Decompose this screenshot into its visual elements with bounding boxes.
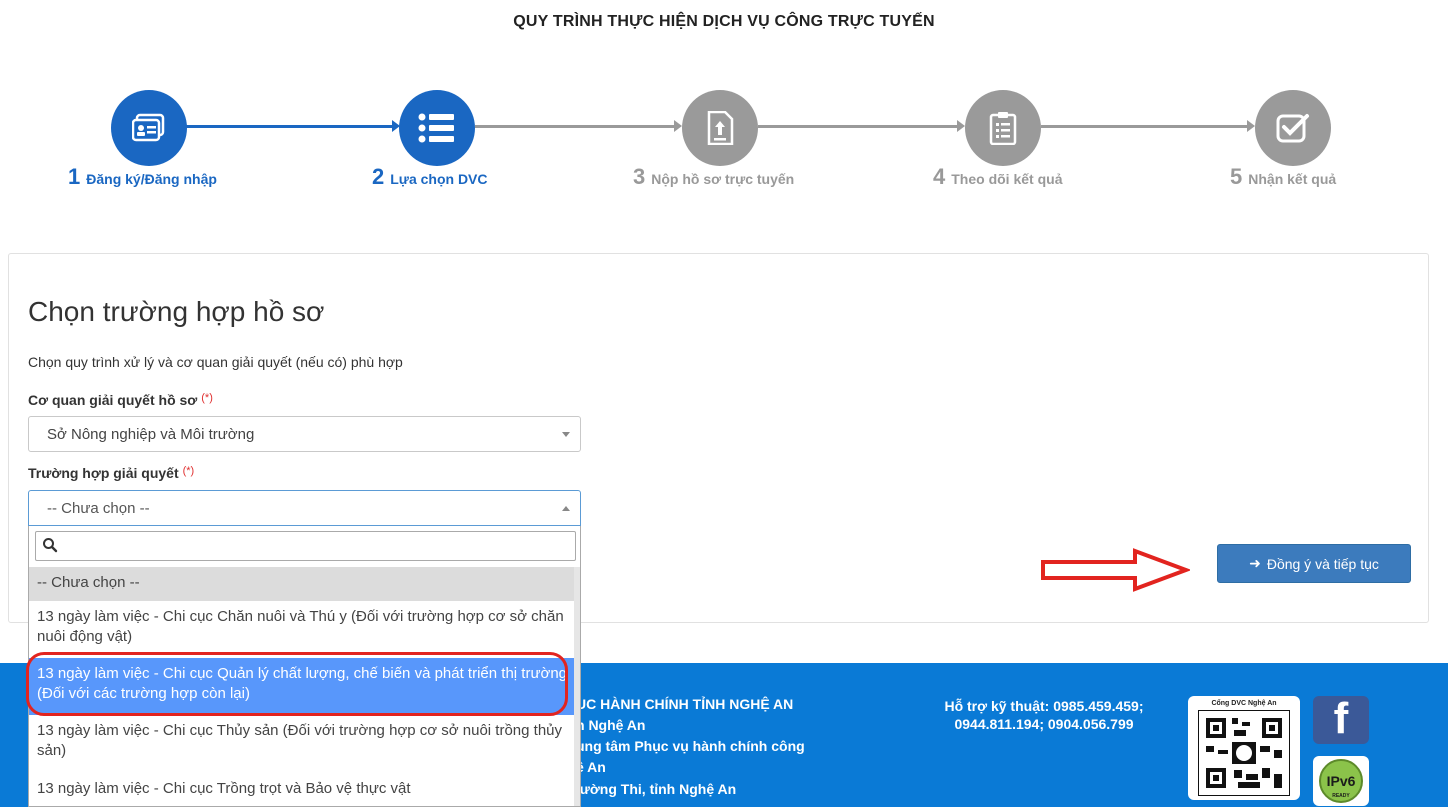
step-2-circle[interactable] bbox=[399, 90, 475, 166]
qr-code-icon bbox=[1198, 710, 1290, 796]
step-3-label: 3 Nộp hồ sơ trực tuyến bbox=[633, 164, 795, 189]
search-icon bbox=[43, 538, 58, 553]
step-arrow-2 bbox=[674, 120, 682, 132]
dropdown-scrollbar[interactable] bbox=[574, 567, 580, 806]
case-select[interactable]: -- Chưa chọn -- bbox=[28, 490, 581, 526]
required-mark: (*) bbox=[201, 392, 213, 404]
form-title: Chọn trường hợp hồ sơ bbox=[28, 296, 325, 327]
dropdown-option[interactable]: 13 ngày làm việc - Chi cục Thủy sản (Đối… bbox=[29, 715, 580, 773]
upload-document-icon bbox=[707, 111, 734, 145]
qr-code-badge[interactable]: Cổng DVC Nghệ An bbox=[1188, 696, 1300, 800]
annotation-highlight-ring bbox=[26, 652, 568, 716]
step-1-circle[interactable] bbox=[111, 90, 187, 166]
clipboard-checklist-icon bbox=[989, 112, 1017, 145]
step-arrow-3 bbox=[957, 120, 965, 132]
step-connector-1 bbox=[186, 125, 394, 128]
footer-support: Hỗ trợ kỹ thuật: 0985.459.459; 0944.811.… bbox=[944, 698, 1144, 732]
step-connector-4 bbox=[1041, 125, 1249, 128]
step-5-circle bbox=[1255, 90, 1331, 166]
process-stepper: 1 Đăng ký/Đăng nhập 2 Lựa chọn DVC 3 Nộp hồ… bbox=[0, 90, 1448, 200]
agency-select[interactable]: Sở Nông nghiệp và Môi trường bbox=[28, 416, 581, 452]
agency-field-label: Cơ quan giải quyết hồ sơ (*) bbox=[28, 392, 213, 408]
page-heading: QUY TRÌNH THỰC HIỆN DỊCH VỤ CÔNG TRỰC TU… bbox=[513, 13, 935, 30]
step-3-circle bbox=[682, 90, 758, 166]
footer-org-line-3: ung tâm Phục vụ hành chính công bbox=[576, 738, 805, 754]
id-card-icon bbox=[132, 113, 165, 142]
facebook-icon[interactable]: f bbox=[1313, 694, 1369, 744]
dropdown-option[interactable]: 13 ngày làm việc - Chi cục Trồng trọt và… bbox=[29, 773, 580, 806]
dropdown-search-input[interactable] bbox=[35, 531, 576, 561]
list-icon bbox=[418, 113, 454, 143]
step-2-label: 2 Lựa chọn DVC bbox=[372, 164, 488, 189]
step-arrow-4 bbox=[1247, 120, 1255, 132]
dropdown-option[interactable]: -- Chưa chọn -- bbox=[29, 567, 580, 601]
footer-org-line-2: h Nghệ An bbox=[576, 717, 646, 733]
step-5-label: 5 Nhận kết quả bbox=[1230, 164, 1337, 189]
agree-continue-button[interactable]: ➜ Đồng ý và tiếp tục bbox=[1217, 544, 1411, 583]
qr-caption: Cổng DVC Nghệ An bbox=[1211, 700, 1277, 707]
required-mark: (*) bbox=[182, 465, 195, 477]
step-connector-2 bbox=[475, 125, 675, 128]
dropdown-option[interactable]: 13 ngày làm việc - Chi cục Chăn nuôi và … bbox=[29, 601, 580, 658]
step-4-label: 4 Theo dõi kết quả bbox=[933, 164, 1063, 189]
arrow-right-icon: ➜ bbox=[1249, 555, 1261, 571]
ipv6-text: IPv6 bbox=[1327, 773, 1356, 789]
ipv6-subtext: READY bbox=[1332, 793, 1350, 799]
step-connector-3 bbox=[758, 125, 958, 128]
footer-org-line-1: UC HÀNH CHÍNH TỈNH NGHỆ AN bbox=[576, 696, 794, 712]
form-description: Chọn quy trình xử lý và cơ quan giải quy… bbox=[28, 354, 403, 370]
step-4-circle bbox=[965, 90, 1041, 166]
chevron-up-icon bbox=[562, 506, 570, 511]
ipv6-ready-icon: IPv6 READY bbox=[1313, 756, 1369, 806]
check-square-icon bbox=[1276, 114, 1309, 143]
step-1-label: 1 Đăng ký/Đăng nhập bbox=[68, 164, 217, 189]
case-field-label: Trường hợp giải quyết (*) bbox=[28, 465, 195, 481]
annotation-arrow-icon bbox=[1041, 548, 1190, 592]
chevron-down-icon bbox=[562, 432, 570, 437]
